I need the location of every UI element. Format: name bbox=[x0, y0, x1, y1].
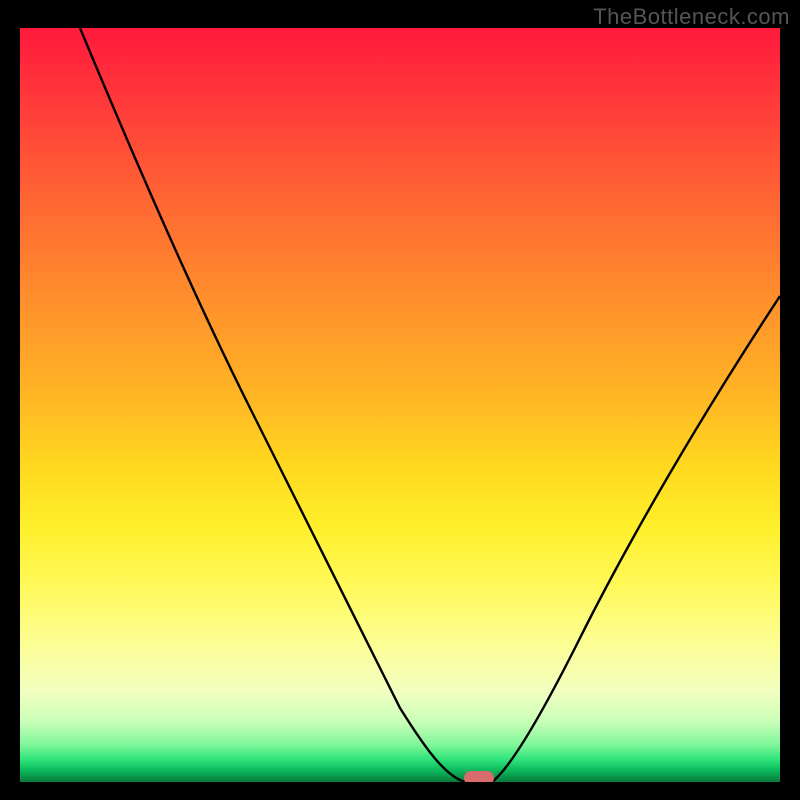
optimal-point-marker bbox=[464, 771, 494, 782]
curve-left bbox=[80, 28, 465, 782]
plot-area bbox=[20, 28, 780, 782]
watermark-text: TheBottleneck.com bbox=[593, 4, 790, 30]
chart-frame: TheBottleneck.com bbox=[0, 0, 800, 800]
curve-right bbox=[492, 296, 780, 782]
bottleneck-curve bbox=[20, 28, 780, 782]
